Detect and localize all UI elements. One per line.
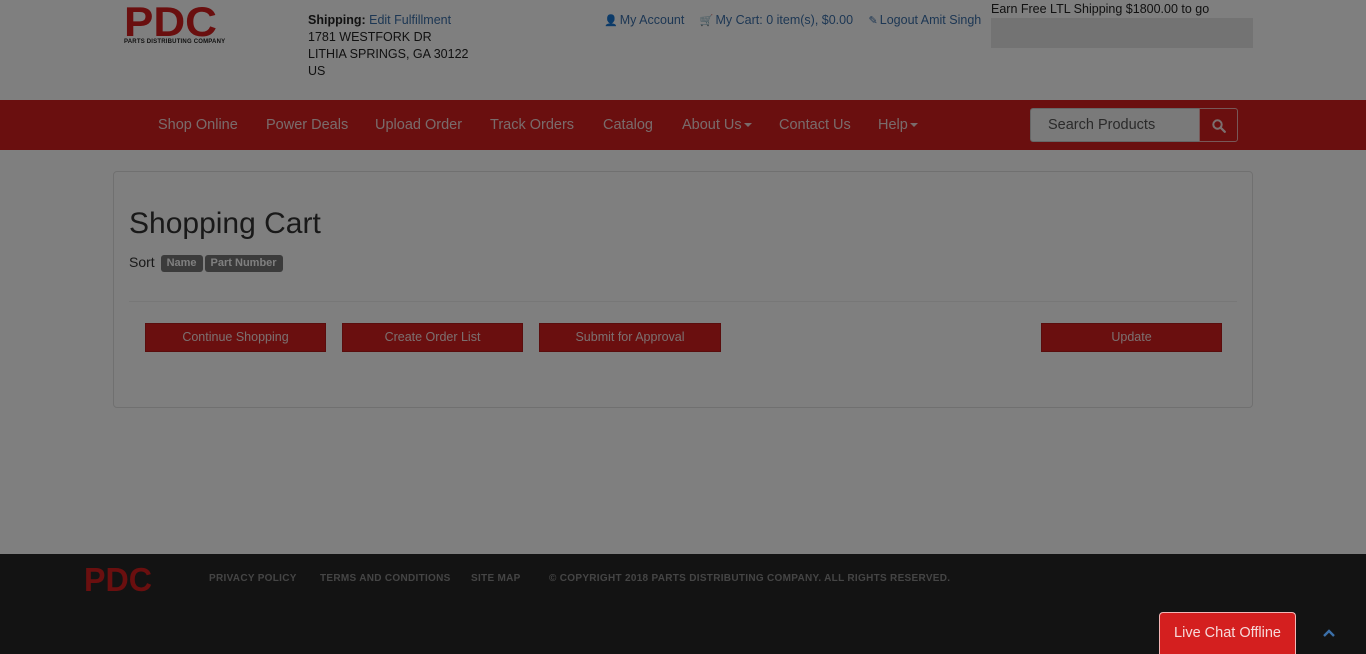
edit-fulfillment-link[interactable]: Edit Fulfillment [369, 13, 451, 27]
my-account-link[interactable]: 👤 My Account [604, 13, 690, 27]
nav-catalog[interactable]: Catalog [603, 117, 653, 133]
terms-link[interactable]: TERMS AND CONDITIONS [320, 573, 451, 584]
caret-down-icon [909, 123, 918, 128]
pencil-icon: ✎ [868, 15, 878, 27]
sort-by-part-number[interactable]: Part Number [204, 255, 283, 272]
page-title: Shopping Cart [129, 207, 321, 240]
nav-contact-us[interactable]: Contact Us [779, 117, 851, 133]
footer-pdc-logo[interactable]: PDC [84, 565, 153, 593]
sort-label: Sort [129, 254, 155, 270]
sort-by-name[interactable]: Name [160, 255, 203, 272]
user-icon: 👤 [604, 15, 618, 27]
create-order-list-button[interactable]: Create Order List [342, 323, 523, 352]
copyright-text: © COPYRIGHT 2018 PARTS DISTRIBUTING COMP… [549, 573, 951, 584]
ltl-progress-bar [991, 18, 1253, 48]
my-cart-link[interactable]: 🛒 My Cart: 0 item(s), $0.00 [700, 13, 859, 27]
nav-track-orders[interactable]: Track Orders [490, 117, 574, 133]
privacy-policy-link[interactable]: PRIVACY POLICY [209, 573, 297, 584]
sort-controls: Sort Name Part Number [129, 254, 283, 272]
address-line1: 1781 WESTFORK DR [308, 30, 432, 44]
logo-subtitle: PARTS DISTRIBUTING COMPANY [124, 39, 226, 45]
divider [129, 301, 1237, 302]
cart-icon: 🛒 [699, 15, 714, 27]
site-header: PDC PARTS DISTRIBUTING COMPANY Shipping:… [0, 0, 1366, 100]
shipping-label: Shipping: [308, 13, 366, 27]
main-nav: Shop Online Power Deals Upload Order Tra… [0, 100, 1366, 150]
nav-upload-order[interactable]: Upload Order [375, 117, 462, 133]
shipping-info: Shipping: Edit Fulfillment 1781 WESTFORK… [308, 12, 469, 80]
chevron-up-icon[interactable] [1322, 628, 1336, 638]
search-icon [1212, 119, 1226, 133]
nav-shop-online[interactable]: Shop Online [158, 117, 238, 133]
pdc-logo[interactable]: PDC PARTS DISTRIBUTING COMPANY [124, 3, 226, 49]
site-map-link[interactable]: SITE MAP [471, 573, 521, 584]
address-line2: LITHIA SPRINGS, GA 30122 [308, 47, 469, 61]
logout-link[interactable]: ✎ Logout Amit Singh [869, 13, 988, 27]
nav-help[interactable]: Help [878, 117, 918, 133]
svg-text:PDC: PDC [84, 565, 152, 593]
ltl-shipping-text: Earn Free LTL Shipping $1800.00 to go [991, 2, 1210, 16]
search-input[interactable]: Search Products [1030, 108, 1200, 142]
account-links: 👤 My Account 🛒 My Cart: 0 item(s), $0.00 ✎… [604, 13, 993, 27]
caret-down-icon [743, 123, 752, 128]
shopping-cart-panel: Shopping Cart Sort Name Part Number Conti… [113, 171, 1253, 408]
submit-for-approval-button[interactable]: Submit for Approval [539, 323, 721, 352]
continue-shopping-button[interactable]: Continue Shopping [145, 323, 326, 352]
nav-about-us[interactable]: About Us [682, 117, 752, 133]
svg-text:PDC: PDC [124, 3, 217, 39]
update-button[interactable]: Update [1041, 323, 1222, 352]
address-country: US [308, 64, 326, 78]
search-button[interactable] [1199, 108, 1238, 142]
live-chat-button[interactable]: Live Chat Offline [1159, 612, 1296, 654]
nav-power-deals[interactable]: Power Deals [266, 117, 348, 133]
